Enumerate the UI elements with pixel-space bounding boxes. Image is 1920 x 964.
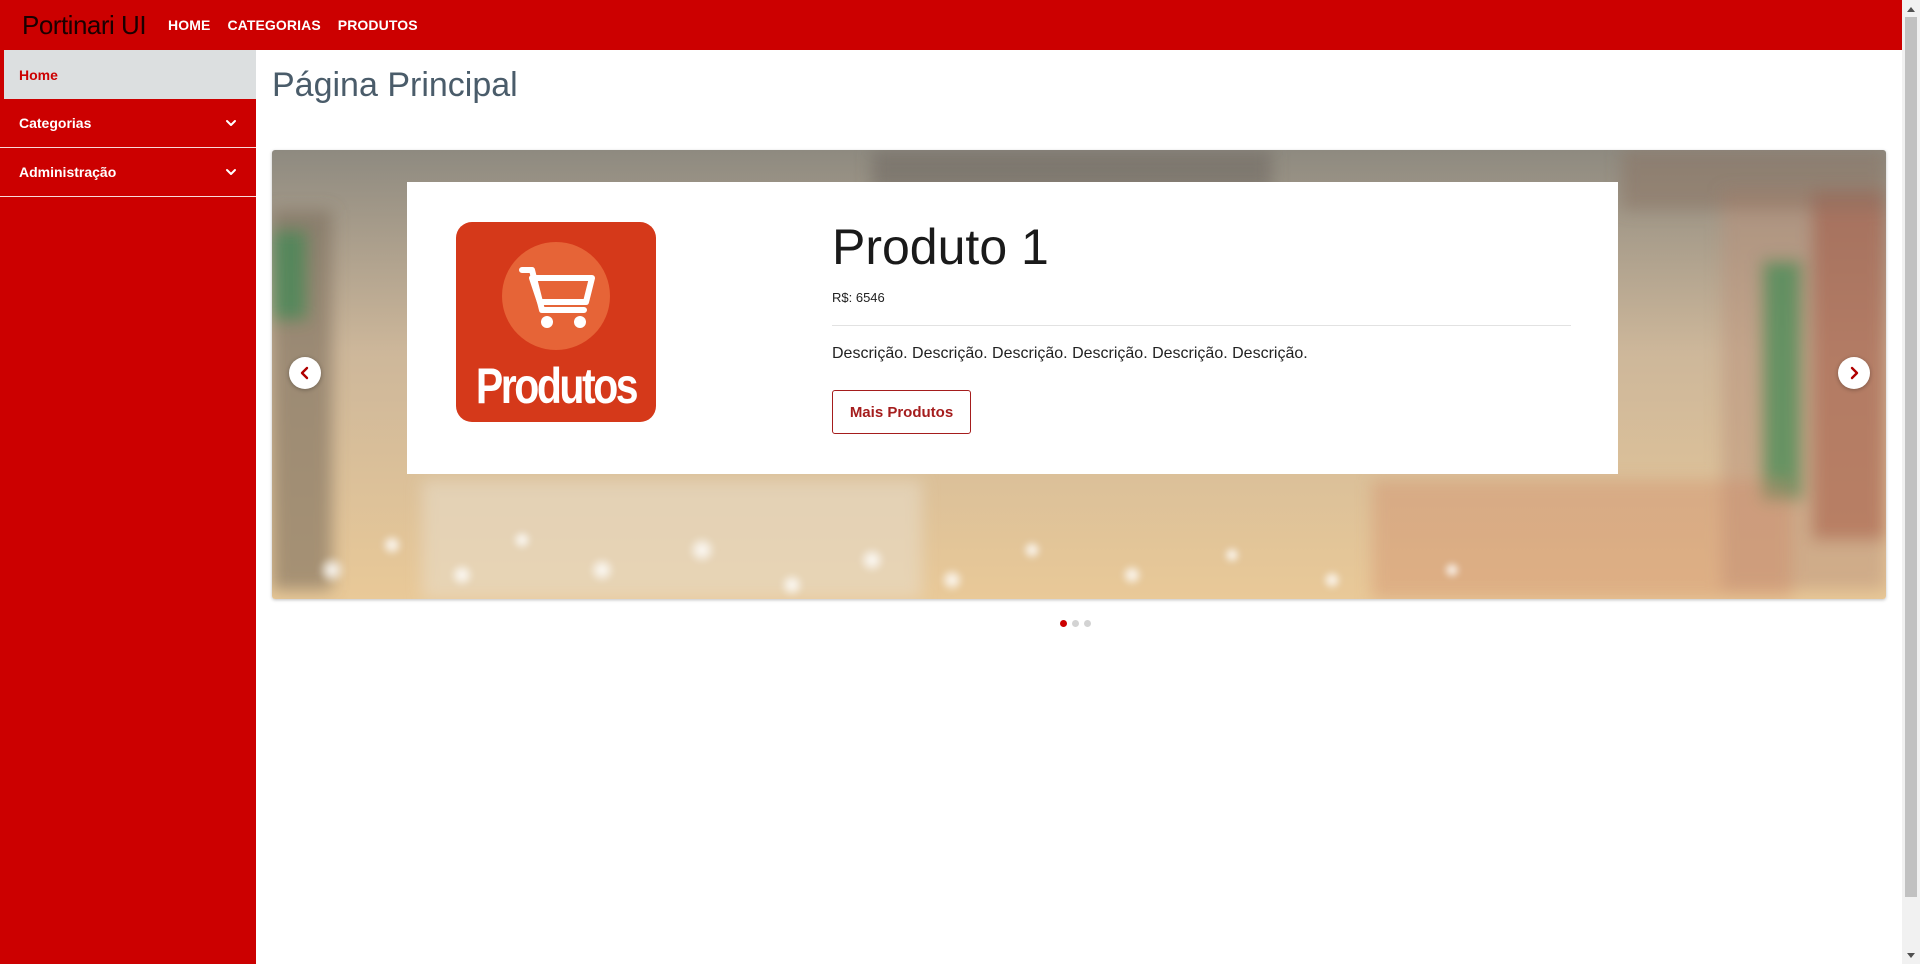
top-navbar: Portinari UI HOME CATEGORIAS PRODUTOS	[0, 0, 1902, 50]
chevron-down-icon	[226, 120, 236, 126]
chevron-left-icon	[300, 366, 309, 380]
shopping-cart-icon	[519, 267, 595, 328]
carousel-indicator-1[interactable]	[1060, 620, 1067, 627]
scrollbar-thumb[interactable]	[1905, 17, 1917, 897]
sidebar-item-administracao[interactable]: Administração	[0, 148, 256, 197]
product-price: R$: 6546	[832, 290, 885, 305]
brand-logo[interactable]: Portinari UI	[22, 10, 147, 41]
product-description: Descrição. Descrição. Descrição. Descriç…	[832, 345, 1308, 362]
scroll-down-arrow-icon[interactable]	[1902, 947, 1920, 964]
carousel-next-button[interactable]	[1838, 357, 1870, 389]
chevron-down-icon	[226, 169, 236, 175]
more-products-button[interactable]: Mais Produtos	[832, 390, 971, 434]
carousel: Produtos Produto 1 R$: 6546 Descrição. D…	[272, 150, 1886, 599]
sidebar-item-home[interactable]: Home	[0, 50, 256, 99]
divider	[832, 325, 1571, 326]
carousel-indicator-3[interactable]	[1084, 620, 1091, 627]
product-logo: Produtos	[456, 222, 656, 422]
product-title: Produto 1	[832, 219, 1049, 275]
chevron-right-icon	[1850, 366, 1859, 380]
topnav-categorias-link[interactable]: CATEGORIAS	[227, 17, 320, 33]
carousel-indicator-2[interactable]	[1072, 620, 1079, 627]
carousel-indicators	[1060, 620, 1091, 627]
carousel-slide-card: Produtos Produto 1 R$: 6546 Descrição. D…	[407, 182, 1618, 474]
vertical-scrollbar[interactable]	[1902, 0, 1920, 964]
topnav-home-link[interactable]: HOME	[168, 17, 210, 33]
scroll-up-arrow-icon[interactable]	[1902, 0, 1920, 17]
page-title: Página Principal	[272, 66, 518, 104]
top-nav: HOME CATEGORIAS PRODUTOS	[168, 17, 435, 33]
sidebar-item-label: Categorias	[19, 115, 92, 131]
sidebar-item-label: Home	[19, 66, 58, 83]
product-logo-text: Produtos	[475, 358, 639, 414]
carousel-prev-button[interactable]	[289, 357, 321, 389]
sidebar-item-categorias[interactable]: Categorias	[0, 99, 256, 148]
sidebar-item-label: Administração	[19, 164, 117, 180]
topnav-produtos-link[interactable]: PRODUTOS	[338, 17, 418, 33]
sidebar-menu: Home Categorias Administração	[0, 50, 256, 964]
